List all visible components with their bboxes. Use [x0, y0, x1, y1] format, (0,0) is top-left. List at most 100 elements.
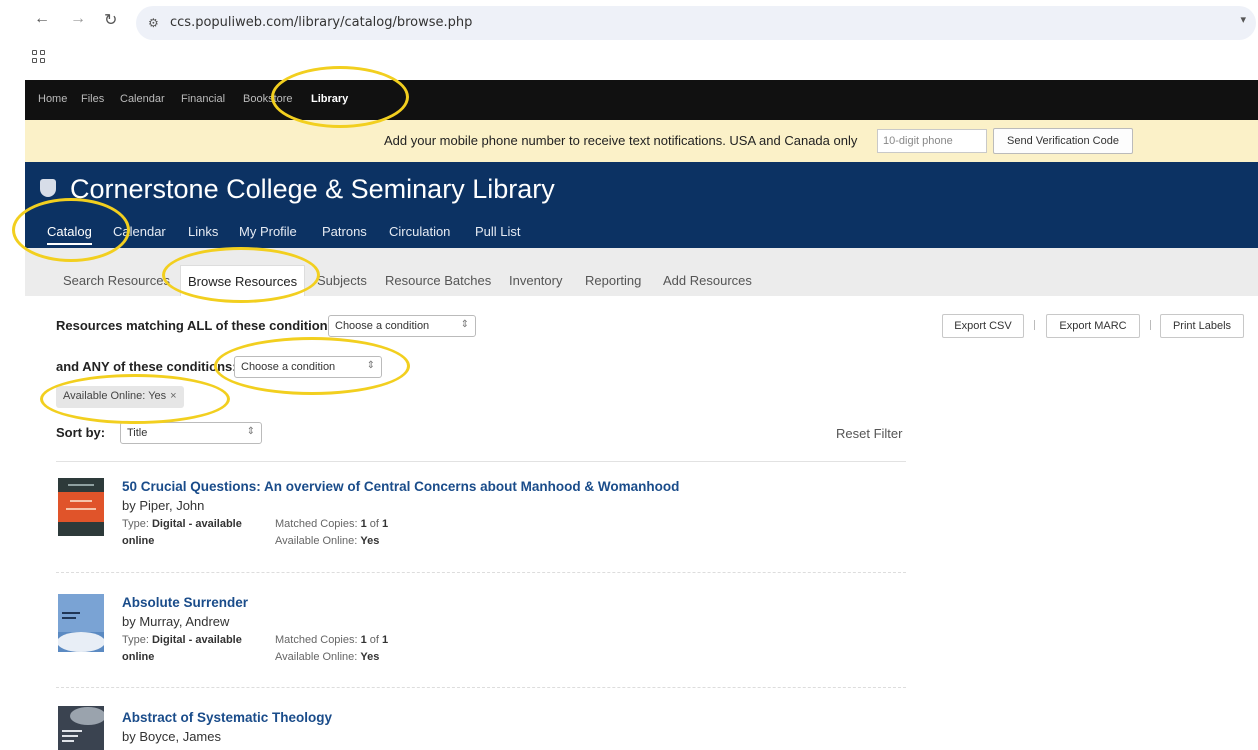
matched-of: of [369, 518, 379, 530]
remove-filter-icon[interactable]: × [170, 390, 176, 402]
cover-cloud [57, 632, 105, 652]
phone-input[interactable] [877, 129, 987, 153]
subtab-inventory[interactable]: Inventory [509, 273, 562, 288]
book-cover-thumbnail[interactable] [57, 594, 105, 652]
subtab-reporting[interactable]: Reporting [585, 273, 641, 288]
top-nav-home[interactable]: Home [38, 93, 67, 105]
result-title[interactable]: Absolute Surrender [122, 595, 248, 610]
subtab-browse-resources[interactable]: Browse Resources [180, 265, 306, 296]
library-header: Cornerstone College & Seminary Library C… [25, 162, 1258, 248]
browser-chrome: ← → ↻ ⚙ ccs.populiweb.com/library/catalo… [0, 0, 1258, 80]
available-label: Available Online: [275, 651, 358, 663]
result-availability: Matched Copies: 1 of 1 Available Online:… [275, 632, 388, 666]
reload-icon[interactable]: ↻ [104, 10, 117, 30]
subtab-resource-batches[interactable]: Resource Batches [385, 273, 491, 288]
cover-text-line [62, 617, 76, 619]
available-value: Yes [360, 651, 380, 663]
cover-text-line [62, 735, 78, 737]
subtab-search-resources[interactable]: Search Resources [63, 273, 170, 288]
divider [1034, 320, 1035, 330]
notice-text: Add your mobile phone number to receive … [384, 133, 858, 148]
url-text[interactable]: ccs.populiweb.com/library/catalog/browse… [170, 15, 472, 30]
result-type: Type: Digital - available online [122, 516, 242, 550]
catalog-sub-nav: Search Resources Browse Resources Subjec… [25, 248, 1258, 296]
library-title: Cornerstone College & Seminary Library [70, 174, 555, 204]
cover-text-line [62, 612, 80, 614]
apps-grid-icon[interactable] [32, 50, 46, 64]
sort-by-label: Sort by: [56, 425, 106, 440]
filter-tag-label: Available Online: Yes [63, 390, 167, 402]
select-caret-icon: ⇕ [246, 426, 255, 437]
divider [56, 687, 906, 688]
send-verification-button[interactable]: Send Verification Code [993, 128, 1133, 154]
matched-label: Matched Copies: [275, 634, 358, 646]
sort-value: Title [127, 427, 148, 439]
export-csv-button[interactable]: Export CSV [942, 314, 1024, 338]
cover-text-line [62, 730, 82, 732]
type-label: Type: [122, 634, 149, 646]
cover-text-line [68, 484, 94, 486]
available-label: Available Online: [275, 535, 358, 547]
divider [56, 461, 906, 462]
cover-text-line [70, 500, 92, 502]
result-author: by Murray, Andrew [122, 614, 230, 629]
export-marc-button[interactable]: Export MARC [1046, 314, 1140, 338]
tab-catalog[interactable]: Catalog [47, 224, 92, 245]
all-condition-select[interactable]: Choose a condition ⇕ [328, 315, 476, 337]
any-conditions-label: and ANY of these conditions: [56, 359, 237, 374]
available-value: Yes [360, 535, 380, 547]
select-caret-icon: ⇕ [460, 319, 469, 330]
book-cover-thumbnail[interactable] [58, 706, 106, 750]
matched-count: 1 [360, 634, 367, 646]
chevron-down-icon[interactable]: ▾ [1240, 13, 1246, 26]
tab-patrons[interactable]: Patrons [322, 224, 367, 239]
matched-label: Matched Copies: [275, 518, 358, 530]
matched-total: 1 [382, 634, 389, 646]
top-nav-calendar[interactable]: Calendar [120, 93, 165, 105]
sms-notice-bar: Add your mobile phone number to receive … [25, 120, 1258, 162]
select-caret-icon: ⇕ [366, 360, 375, 371]
shield-logo-icon [40, 179, 56, 197]
subtab-subjects[interactable]: Subjects [317, 273, 367, 288]
tab-links[interactable]: Links [188, 224, 218, 239]
type-value: Digital - available [151, 518, 242, 530]
result-title[interactable]: 50 Crucial Questions: An overview of Cen… [122, 479, 679, 494]
sort-select[interactable]: Title ⇕ [120, 422, 262, 444]
top-nav-bookstore[interactable]: Bookstore [243, 93, 293, 105]
active-filter-tag: Available Online: Yes × [56, 386, 184, 408]
book-cover-thumbnail[interactable] [58, 478, 104, 536]
reset-filter-link[interactable]: Reset Filter [836, 426, 902, 441]
any-condition-value: Choose a condition [241, 361, 336, 373]
type-value-cont: online [122, 651, 155, 663]
tab-pull-list[interactable]: Pull List [475, 224, 521, 239]
matched-count: 1 [360, 518, 367, 530]
matched-of: of [369, 634, 379, 646]
type-value-cont: online [122, 535, 155, 547]
address-bar[interactable]: ⚙ ccs.populiweb.com/library/catalog/brow… [136, 6, 1256, 40]
result-availability: Matched Copies: 1 of 1 Available Online:… [275, 516, 388, 550]
result-title[interactable]: Abstract of Systematic Theology [122, 710, 332, 725]
tab-calendar[interactable]: Calendar [113, 224, 166, 239]
tab-circulation[interactable]: Circulation [389, 224, 450, 239]
site-info-icon[interactable]: ⚙ [148, 16, 159, 30]
cover-text-line [62, 740, 74, 742]
all-condition-value: Choose a condition [335, 320, 430, 332]
top-nav-library[interactable]: Library [311, 93, 348, 105]
back-arrow-icon[interactable]: ← [34, 10, 50, 28]
tab-my-profile[interactable]: My Profile [239, 224, 297, 239]
result-author: by Piper, John [122, 498, 205, 513]
print-labels-button[interactable]: Print Labels [1160, 314, 1244, 338]
type-value: Digital - available [151, 634, 242, 646]
divider [56, 572, 906, 573]
top-nav: Home Files Calendar Financial Bookstore … [25, 80, 1258, 120]
top-nav-financial[interactable]: Financial [181, 93, 225, 105]
top-nav-files[interactable]: Files [81, 93, 104, 105]
cover-text-line [66, 508, 96, 510]
cover-band [58, 492, 104, 522]
forward-arrow-icon[interactable]: → [70, 10, 86, 28]
result-type: Type: Digital - available online [122, 632, 242, 666]
divider [1150, 320, 1151, 330]
any-condition-select[interactable]: Choose a condition ⇕ [234, 356, 382, 378]
subtab-add-resources[interactable]: Add Resources [663, 273, 752, 288]
type-label: Type: [122, 518, 149, 530]
